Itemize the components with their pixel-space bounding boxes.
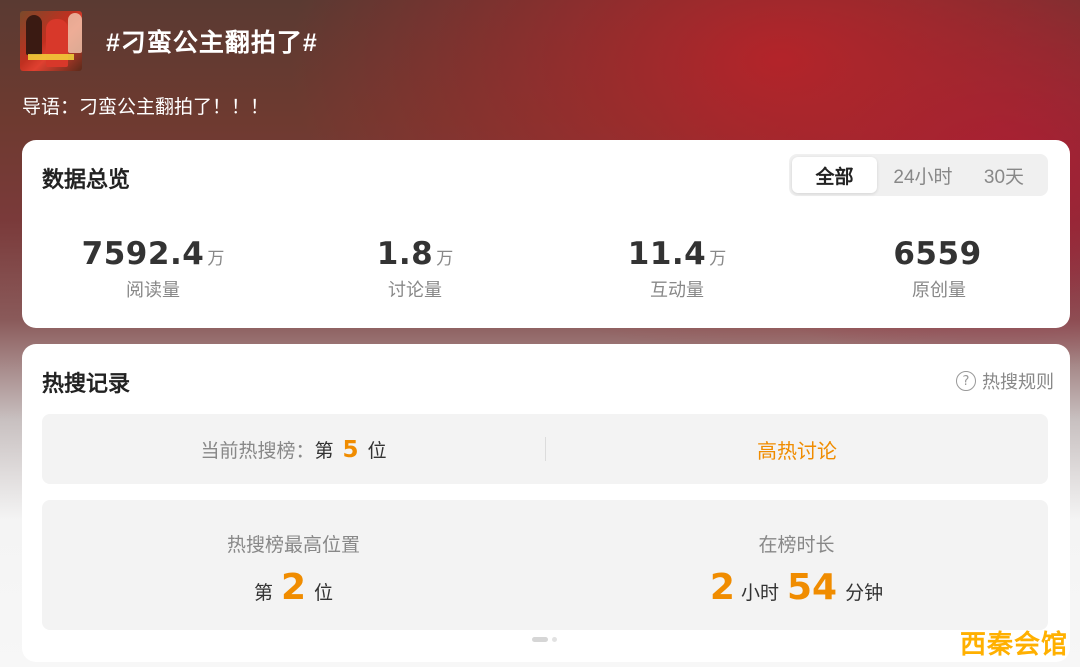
stat-value: 1.8 xyxy=(376,236,434,272)
tab-30-days[interactable]: 30天 xyxy=(969,157,1039,193)
rank-prefix: 第 xyxy=(253,583,273,604)
duration-label: 在榜时长 xyxy=(758,535,835,556)
current-rank-box: 当前热搜榜： 第 5 位 高热讨论 xyxy=(42,414,1048,484)
lead-label: 导语： xyxy=(22,97,80,118)
current-rank-number: 5 xyxy=(342,436,359,463)
time-range-tabs: 全部 24小时 30天 xyxy=(789,154,1048,196)
stats-row: 7592.4 万 阅读量 1.8 万 讨论量 11.4 万 互动量 6559 原 xyxy=(22,236,1070,302)
help-circle-icon: ? xyxy=(956,371,976,391)
stat-value: 11.4 xyxy=(627,236,707,272)
carousel-pager[interactable] xyxy=(532,637,557,642)
best-rank-number: 2 xyxy=(280,567,307,608)
stat-label: 讨论量 xyxy=(388,280,442,300)
rank-prefix: 第 xyxy=(314,440,334,462)
hot-search-history-box: 热搜榜最高位置 第 2 位 在榜时长 2 小时 54 分钟 xyxy=(42,500,1048,630)
stat-unit: 万 xyxy=(436,249,454,268)
stat-interactions: 11.4 万 互动量 xyxy=(546,236,808,302)
stat-discussions: 1.8 万 讨论量 xyxy=(284,236,546,302)
rank-suffix: 位 xyxy=(314,583,334,604)
lead-text: 刁蛮公主翻拍了！！！ xyxy=(79,97,270,118)
pager-dot-active xyxy=(532,637,548,642)
rules-label: 热搜规则 xyxy=(982,372,1054,392)
hot-search-title: 热搜记录 xyxy=(42,371,131,396)
hot-search-rules-link[interactable]: ? 热搜规则 xyxy=(956,368,1054,394)
stat-value: 6559 xyxy=(893,236,982,272)
data-overview-card: 数据总览 全部 24小时 30天 7592.4 万 阅读量 1.8 万 讨论量 … xyxy=(22,140,1070,328)
topic-title: #刁蛮公主翻拍了# xyxy=(106,29,318,57)
pager-dot xyxy=(552,637,557,642)
overview-title: 数据总览 xyxy=(42,167,131,192)
stat-originals: 6559 原创量 xyxy=(808,236,1070,302)
tab-24-hours[interactable]: 24小时 xyxy=(877,157,969,193)
duration-minutes: 54 xyxy=(786,567,838,608)
rank-suffix: 位 xyxy=(367,440,387,462)
stat-unit: 万 xyxy=(709,249,727,268)
topic-cover-image[interactable] xyxy=(20,11,82,71)
stat-unit: 万 xyxy=(207,249,225,268)
stat-label: 原创量 xyxy=(912,280,966,300)
heat-tag: 高热讨论 xyxy=(757,440,837,463)
current-rank-label: 当前热搜榜： xyxy=(200,440,315,462)
time-on-list: 在榜时长 2 小时 54 分钟 xyxy=(545,500,1048,630)
best-position-label: 热搜榜最高位置 xyxy=(226,535,360,556)
best-position: 热搜榜最高位置 第 2 位 xyxy=(42,500,545,630)
current-rank: 当前热搜榜： 第 5 位 xyxy=(42,436,545,463)
stat-label: 阅读量 xyxy=(126,280,180,300)
watermark-logo: 西秦会馆 xyxy=(959,629,1068,659)
topic-lead: 导语：刁蛮公主翻拍了！！！ xyxy=(22,92,269,119)
duration-hours: 2 xyxy=(709,567,735,608)
stat-value: 7592.4 xyxy=(81,236,205,272)
stat-label: 互动量 xyxy=(650,280,704,300)
topic-header: #刁蛮公主翻拍了# xyxy=(20,11,318,71)
minutes-unit: 分钟 xyxy=(845,583,884,604)
tab-all[interactable]: 全部 xyxy=(792,157,877,193)
hot-search-card: 热搜记录 ? 热搜规则 当前热搜榜： 第 5 位 高热讨论 热搜榜最高位置 第 … xyxy=(22,344,1070,662)
hours-unit: 小时 xyxy=(740,583,779,604)
stat-reads: 7592.4 万 阅读量 xyxy=(22,236,284,302)
